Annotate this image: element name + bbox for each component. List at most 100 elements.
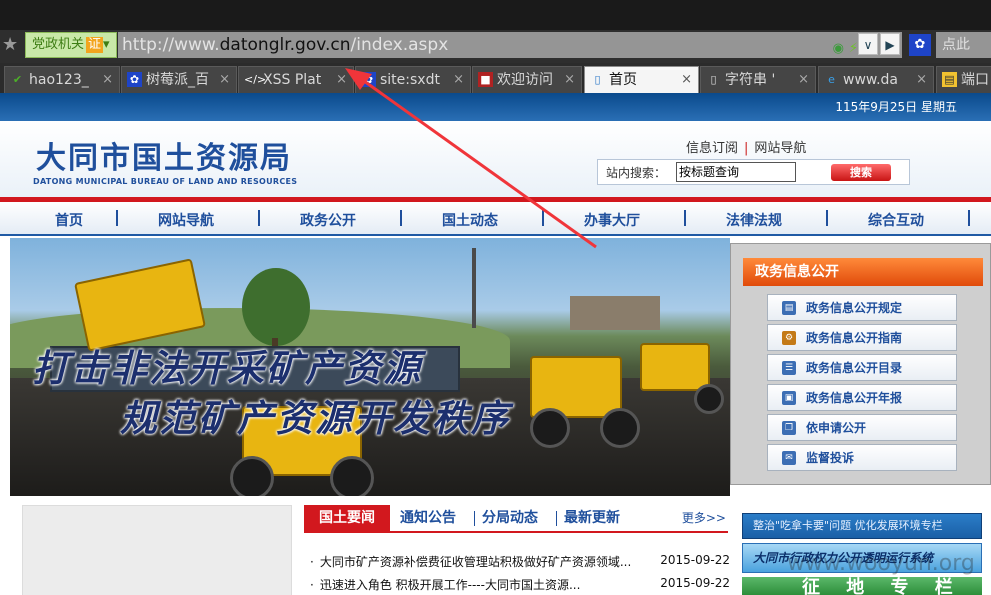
tab-label: www.da bbox=[843, 72, 898, 88]
promo-rectification-banner[interactable]: 整治"吃拿卡要"问题 优化发展环境专栏 bbox=[742, 513, 982, 539]
banner-wheel bbox=[530, 408, 570, 448]
security-badge-label: 党政机关 bbox=[32, 37, 85, 52]
banner-slogan-1: 打击非法开采矿产资源 bbox=[32, 346, 422, 390]
mining-banner[interactable]: 打击非法开采矿产资源 规范矿产资源开发秩序 bbox=[10, 238, 730, 496]
nav-gov-affairs[interactable]: 政务公开 bbox=[300, 210, 356, 230]
close-icon[interactable]: × bbox=[681, 67, 692, 93]
close-icon[interactable]: × bbox=[564, 67, 575, 93]
web-page: 115年9月25日 星期五 大同市国土资源局 DATONG MUNICIPAL … bbox=[0, 93, 991, 595]
shield-icon[interactable]: ◉ bbox=[833, 36, 844, 62]
promo-land-acquisition-banner[interactable]: 征 地 专 栏 bbox=[742, 577, 982, 595]
monitor-icon: ▣ bbox=[782, 391, 796, 405]
close-icon[interactable]: × bbox=[219, 67, 230, 93]
site-search-label: 站内搜索： bbox=[606, 166, 667, 180]
tab-latest-updates[interactable]: 最新更新 bbox=[564, 505, 620, 531]
news-item[interactable]: · 大同市矿产资源补偿费征收管理站积极做好矿产资源领域... 2015-09-22 bbox=[310, 553, 730, 570]
gov-info-guide-button[interactable]: ⚙ 政务信息公开指南 bbox=[767, 324, 957, 351]
left-image-box bbox=[22, 505, 292, 595]
banner-power-pole bbox=[472, 248, 476, 328]
close-icon[interactable]: × bbox=[336, 67, 347, 93]
go-button[interactable]: ▶ bbox=[880, 33, 900, 55]
news-more-link[interactable]: 更多>> bbox=[682, 505, 726, 531]
gov-info-catalog-button[interactable]: ☰ 政务信息公开目录 bbox=[767, 354, 957, 381]
subscribe-link[interactable]: 信息订阅 bbox=[686, 141, 738, 156]
tab-string[interactable]: ▯ 字符串 ' × bbox=[700, 66, 816, 93]
list-icon: ☰ bbox=[782, 361, 796, 375]
nav-divider bbox=[684, 210, 686, 226]
tab-port[interactable]: ▤ 端口 bbox=[936, 66, 991, 93]
tab-notices[interactable]: 通知公告 bbox=[400, 505, 456, 531]
gov-info-annual-report-button[interactable]: ▣ 政务信息公开年报 bbox=[767, 384, 957, 411]
tab-www-da[interactable]: e www.da × bbox=[818, 66, 934, 93]
paw-icon: ✿ bbox=[361, 72, 376, 87]
close-icon[interactable]: × bbox=[916, 67, 927, 93]
gov-info-complaint-button[interactable]: ✉ 监督投诉 bbox=[767, 444, 957, 471]
tab-hao123[interactable]: ✔ hao123_ × bbox=[4, 66, 120, 93]
url-dropdown-button[interactable]: ∨ bbox=[858, 33, 878, 55]
code-icon: </> bbox=[244, 73, 267, 86]
tab-land-headlines[interactable]: 国土要闻 bbox=[304, 505, 390, 531]
close-icon[interactable]: × bbox=[798, 67, 809, 93]
site-search-button[interactable]: 搜索 bbox=[831, 164, 891, 181]
gov-item-label: 政务信息公开指南 bbox=[806, 331, 903, 345]
banner-building bbox=[570, 296, 660, 330]
site-logo-title[interactable]: 大同市国土资源局 bbox=[36, 133, 292, 177]
gov-info-rules-button[interactable]: ▤ 政务信息公开规定 bbox=[767, 294, 957, 321]
gov-info-apply-button[interactable]: ❐ 依申请公开 bbox=[767, 414, 957, 441]
banner-tree bbox=[242, 268, 310, 346]
banner-wheel bbox=[694, 384, 724, 414]
nav-laws[interactable]: 法律法规 bbox=[726, 210, 782, 230]
gov-item-label: 政务信息公开规定 bbox=[806, 301, 903, 315]
sitemap-link[interactable]: 网站导航 bbox=[754, 141, 806, 156]
tab-branch-news[interactable]: 分局动态 bbox=[482, 505, 538, 531]
news-tabs: 国土要闻 通知公告 分局动态 最新更新 更多>> bbox=[304, 505, 728, 533]
nav-home[interactable]: 首页 bbox=[55, 210, 83, 230]
gov-item-label: 监督投诉 bbox=[806, 451, 855, 465]
lightning-icon[interactable]: ⚡ bbox=[849, 36, 858, 62]
banner-slogan-2: 规范矿产资源开发秩序 bbox=[120, 396, 510, 440]
tab-welcome[interactable]: ■ 欢迎访问 × bbox=[472, 66, 582, 93]
close-icon[interactable]: × bbox=[453, 67, 464, 93]
certificate-icon: 证 bbox=[86, 37, 104, 53]
tab-bar: ✔ hao123_ × ✿ 树莓派_百 × </> XSS Plat × ✿ site:sxd… bbox=[0, 63, 991, 93]
site-search-input[interactable]: 按标题查询 bbox=[676, 162, 796, 182]
tab-label: 端口 bbox=[961, 72, 989, 88]
page-icon: ▯ bbox=[710, 73, 717, 86]
bullet-icon: · bbox=[310, 555, 314, 569]
close-icon[interactable]: × bbox=[102, 67, 113, 93]
search-engine-paw-icon[interactable]: ✿ bbox=[909, 34, 931, 56]
chevron-down-icon: ▾ bbox=[103, 37, 110, 52]
news-date: 2015-09-22 bbox=[660, 553, 730, 567]
tab-label: XSS Plat bbox=[263, 72, 322, 88]
nav-land-news[interactable]: 国土动态 bbox=[442, 210, 498, 230]
address-toolbar: ★ 党政机关证 ▾ http://www.datonglr.gov.cn/inde… bbox=[0, 30, 991, 63]
link-divider: | bbox=[744, 141, 749, 156]
site-search-box: 站内搜索： 按标题查询 搜索 bbox=[597, 159, 910, 185]
security-badge[interactable]: 党政机关证 ▾ bbox=[25, 32, 117, 58]
url-bar[interactable]: http://www.datonglr.gov.cn/index.aspx ◉ … bbox=[118, 32, 902, 58]
ie-icon: e bbox=[828, 73, 835, 86]
news-title[interactable]: 迅速进入角色 积极开展工作----大同市国土资源... bbox=[320, 578, 581, 592]
banner-wheel bbox=[600, 408, 640, 448]
gear-icon: ⚙ bbox=[782, 331, 796, 345]
banner-wheel bbox=[330, 456, 374, 496]
nav-divider bbox=[400, 210, 402, 226]
favorite-star-icon[interactable]: ★ bbox=[2, 35, 22, 55]
page-icon: ▯ bbox=[594, 73, 601, 86]
news-tab-divider bbox=[474, 511, 475, 526]
tab-raspberry[interactable]: ✿ 树莓派_百 × bbox=[121, 66, 237, 93]
tab-homepage[interactable]: ▯ 首页 × bbox=[584, 66, 699, 93]
news-title[interactable]: 大同市矿产资源补偿费征收管理站积极做好矿产资源领域... bbox=[320, 555, 631, 569]
nav-sitemap[interactable]: 网站导航 bbox=[158, 210, 214, 230]
complaint-icon: ✉ bbox=[782, 451, 796, 465]
nav-service-hall[interactable]: 办事大厅 bbox=[584, 210, 640, 230]
news-item[interactable]: · 迅速进入角色 积极开展工作----大同市国土资源... 2015-09-22 bbox=[310, 576, 730, 593]
search-input[interactable]: 点此 bbox=[936, 32, 991, 58]
news-date: 2015-09-22 bbox=[660, 576, 730, 590]
tab-label: 欢迎访问 bbox=[497, 72, 553, 88]
tab-site-search[interactable]: ✿ site:sxdt × bbox=[355, 66, 471, 93]
nav-interaction[interactable]: 综合互动 bbox=[868, 210, 924, 230]
bullet-icon: · bbox=[310, 578, 314, 592]
url-prefix: http://www. bbox=[122, 35, 220, 55]
tab-xss-platform[interactable]: </> XSS Plat × bbox=[238, 66, 354, 93]
